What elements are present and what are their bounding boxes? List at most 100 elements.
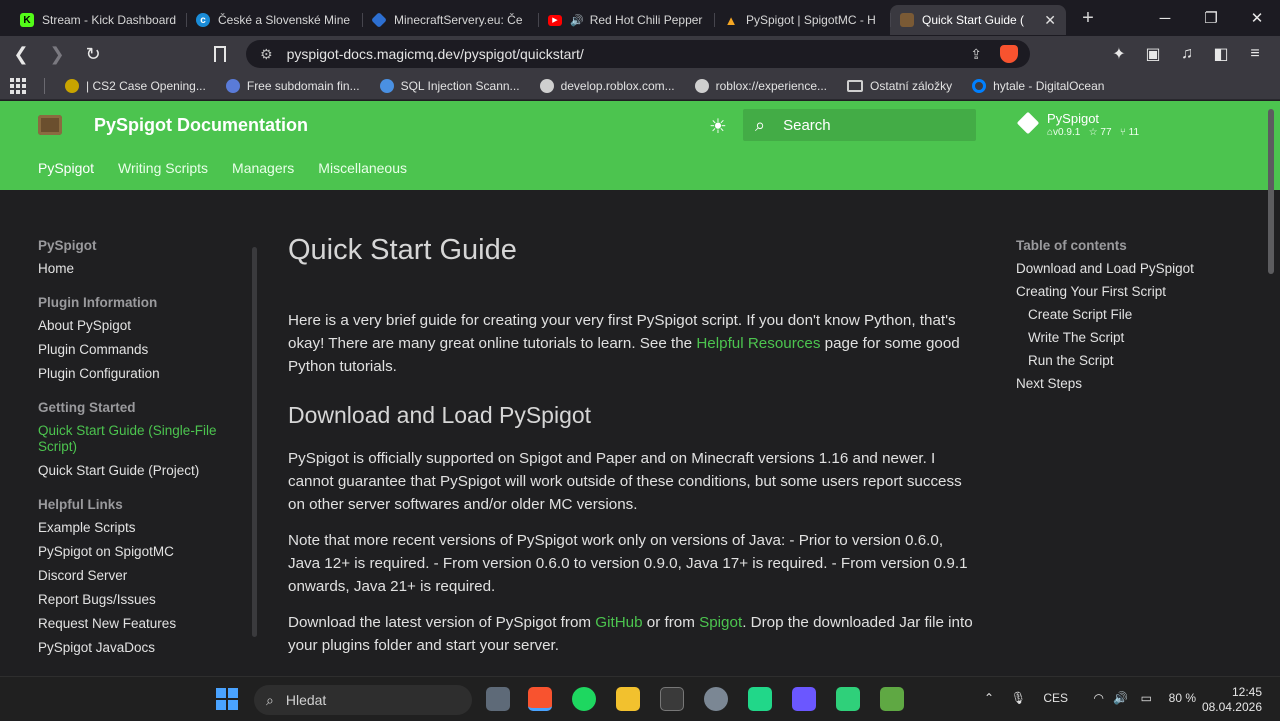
bookmark-cs2[interactable]: | CS2 Case Opening... xyxy=(65,78,206,93)
forward-icon[interactable]: ❯ xyxy=(42,39,72,69)
minimize-icon[interactable]: ─ xyxy=(1142,0,1188,36)
bookmark-develop-roblox[interactable]: develop.roblox.com... xyxy=(539,78,675,93)
media-icon[interactable]: ♫ xyxy=(1170,40,1204,68)
clock[interactable]: 12:45 08.04.2026 xyxy=(1202,685,1262,715)
close-tab-icon[interactable]: ✕ xyxy=(1044,12,1056,29)
brave-icon[interactable] xyxy=(528,687,552,711)
site-logo[interactable] xyxy=(38,115,62,135)
microphone-icon[interactable]: 🎙 xyxy=(1011,691,1026,705)
sidebar-item-javadocs[interactable]: PySpigot JavaDocs xyxy=(38,640,248,656)
sidebar-item-about[interactable]: About PySpigot xyxy=(38,318,248,334)
toc-item-first-script[interactable]: Creating Your First Script xyxy=(1016,284,1256,299)
page-scrollbar[interactable] xyxy=(1268,109,1274,274)
menu-icon[interactable]: ≡ xyxy=(1238,40,1272,68)
chevron-up-icon[interactable]: ⌃ xyxy=(984,691,994,705)
table-of-contents: Table of contents Download and Load PySp… xyxy=(1016,238,1256,399)
bookmark-sql-injection[interactable]: SQL Injection Scann... xyxy=(379,78,520,93)
battery-icon[interactable]: ▭ xyxy=(1141,691,1152,705)
terminal-icon[interactable] xyxy=(660,687,684,711)
tab-title: Stream - Kick Dashboard xyxy=(42,13,176,27)
file-explorer-icon[interactable] xyxy=(616,687,640,711)
sidebar-item-discord[interactable]: Discord Server xyxy=(38,568,248,584)
sidebar-item-home[interactable]: Home xyxy=(38,261,248,277)
speaker-icon[interactable]: 🔊 xyxy=(570,14,584,27)
bookmark-other[interactable]: Ostatní záložky xyxy=(847,79,952,93)
reload-icon[interactable]: ↻ xyxy=(78,39,108,69)
close-window-icon[interactable]: ✕ xyxy=(1234,0,1280,36)
tab-cz-sk[interactable]: c České a Slovenské Mine xyxy=(186,5,362,35)
sidebar-item-quickstart-single[interactable]: Quick Start Guide (Single-File Script) xyxy=(38,423,248,455)
repo-name: PySpigot xyxy=(1047,111,1100,126)
tab-title: České a Slovenské Mine xyxy=(218,13,351,27)
tab-title: Quick Start Guide ( xyxy=(922,13,1025,27)
tab-pyspigot[interactable]: PySpigot xyxy=(38,160,94,176)
toc-item-write-script[interactable]: Write The Script xyxy=(1016,330,1256,345)
sidebar-item-configuration[interactable]: Plugin Configuration xyxy=(38,366,248,382)
bookmark-hytale[interactable]: hytale - DigitalOcean xyxy=(972,78,1104,93)
wifi-icon[interactable]: ◠ xyxy=(1094,691,1104,705)
tab-minecraftservery[interactable]: MinecraftServery.eu: Če xyxy=(362,5,538,35)
bookmark-roblox-experience[interactable]: roblox://experience... xyxy=(694,78,827,93)
spigot-link[interactable]: Spigot xyxy=(699,614,742,631)
toc-item-create-file[interactable]: Create Script File xyxy=(1016,307,1256,322)
apps-grid-icon[interactable] xyxy=(10,77,26,94)
tab-writing-scripts[interactable]: Writing Scripts xyxy=(118,160,208,176)
restore-icon[interactable]: ❐ xyxy=(1188,0,1234,36)
sidebar-item-commands[interactable]: Plugin Commands xyxy=(38,342,248,358)
taskbar-search[interactable]: ⌕ Hledat xyxy=(254,685,472,715)
tab-spigotmc[interactable]: ▲ PySpigot | SpigotMC - H xyxy=(714,5,890,35)
cz-sk-icon: c xyxy=(196,13,210,27)
bookmark-icon[interactable] xyxy=(214,46,226,62)
os-taskbar: ⌕ Hledat ⌃ 🎙 CES ◠ 🔊 ▭ 80 % 12:45 08.04.… xyxy=(0,676,1280,720)
repo-stars: 77 xyxy=(1100,127,1112,138)
toc-item-download[interactable]: Download and Load PySpigot xyxy=(1016,261,1256,276)
sidebar-item-request-features[interactable]: Request New Features xyxy=(38,616,248,632)
sidebar-item-report-bugs[interactable]: Report Bugs/Issues xyxy=(38,592,248,608)
search-input[interactable]: ⌕ Search xyxy=(743,109,976,141)
bookmark-label: Ostatní záložky xyxy=(870,78,953,93)
pycharm-icon[interactable] xyxy=(748,687,772,711)
tab-youtube[interactable]: ▶ 🔊 Red Hot Chili Pepper xyxy=(538,5,714,35)
tab-title: Red Hot Chili Pepper xyxy=(589,13,703,27)
tab-miscellaneous[interactable]: Miscellaneous xyxy=(318,160,407,176)
intellij-icon[interactable] xyxy=(792,687,816,711)
github-link[interactable]: GitHub xyxy=(595,614,642,631)
sidebar-scrollbar[interactable] xyxy=(252,247,257,637)
site-title[interactable]: PySpigot Documentation xyxy=(94,115,308,136)
bookmark-free-subdomain[interactable]: Free subdomain fin... xyxy=(225,78,360,93)
toc-item-run-script[interactable]: Run the Script xyxy=(1016,353,1256,368)
wallet-icon[interactable]: ▣ xyxy=(1136,40,1170,68)
back-icon[interactable]: ❮ xyxy=(6,39,36,69)
new-tab-icon[interactable]: + xyxy=(1074,4,1102,32)
theme-toggle-icon[interactable]: ☀ xyxy=(707,115,729,138)
sidebar-icon[interactable]: ◧ xyxy=(1204,40,1238,68)
volume-icon[interactable]: 🔊 xyxy=(1113,691,1128,705)
sidebar-nav: PySpigot Home Plugin Information About P… xyxy=(38,238,248,664)
extensions-icon[interactable]: ✦ xyxy=(1102,40,1136,68)
sidebar-item-spigotmc[interactable]: PySpigot on SpigotMC xyxy=(38,544,248,560)
tab-managers[interactable]: Managers xyxy=(232,160,294,176)
download-paragraph: Download the latest version of PySpigot … xyxy=(288,611,978,657)
address-bar[interactable]: ⚙ pyspigot-docs.magicmq.dev/pyspigot/qui… xyxy=(246,40,1030,68)
sidebar-section-title[interactable]: PySpigot xyxy=(38,238,248,253)
kick-icon: K xyxy=(20,13,34,27)
clock-date: 08.04.2026 xyxy=(1201,700,1262,714)
toc-item-next-steps[interactable]: Next Steps xyxy=(1016,376,1256,391)
sidebar-item-quickstart-project[interactable]: Quick Start Guide (Project) xyxy=(38,463,248,479)
chat-app-icon[interactable] xyxy=(836,687,860,711)
site-settings-icon[interactable]: ⚙ xyxy=(260,46,273,63)
tab-title: PySpigot | SpigotMC - H xyxy=(746,13,876,27)
brave-shields-icon[interactable] xyxy=(1000,45,1018,63)
bookmark-label: Free subdomain fin... xyxy=(246,78,360,93)
spotify-icon[interactable] xyxy=(572,687,596,711)
sidebar-item-example-scripts[interactable]: Example Scripts xyxy=(38,520,248,536)
minecraft-icon[interactable] xyxy=(880,687,904,711)
settings-icon[interactable] xyxy=(704,687,728,711)
share-icon[interactable]: ⇪ xyxy=(970,46,982,63)
helpful-resources-link[interactable]: Helpful Resources xyxy=(696,335,820,352)
tab-quick-start[interactable]: Quick Start Guide ( ✕ xyxy=(890,5,1066,35)
task-view-icon[interactable] xyxy=(486,687,510,711)
tab-kick[interactable]: K Stream - Kick Dashboard xyxy=(10,5,186,35)
windows-start-icon[interactable] xyxy=(216,688,238,710)
language-indicator[interactable]: CES xyxy=(1043,691,1068,705)
